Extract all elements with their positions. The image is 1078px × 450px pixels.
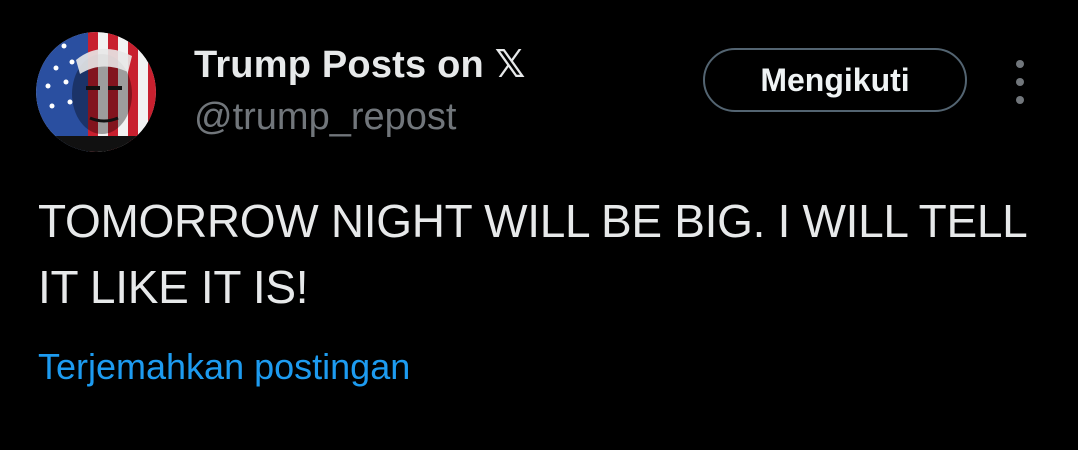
author-handle[interactable]: @trump_repost (194, 96, 456, 139)
post-text: TOMORROW NIGHT WILL BE BIG. I WILL TELL … (38, 195, 1026, 313)
flag-portrait-icon (36, 32, 156, 152)
more-dot (1016, 60, 1024, 68)
avatar[interactable] (36, 32, 156, 152)
translate-post-link[interactable]: Terjemahkan postingan (38, 346, 410, 388)
post-card: Trump Posts on 𝕏 @trump_repost Mengikuti… (0, 0, 1078, 450)
author-display-name[interactable]: Trump Posts on 𝕏 (194, 42, 526, 87)
more-dot (1016, 78, 1024, 86)
following-button[interactable]: Mengikuti (703, 48, 967, 112)
more-dot (1016, 96, 1024, 104)
more-vertical-icon[interactable] (1006, 60, 1034, 104)
